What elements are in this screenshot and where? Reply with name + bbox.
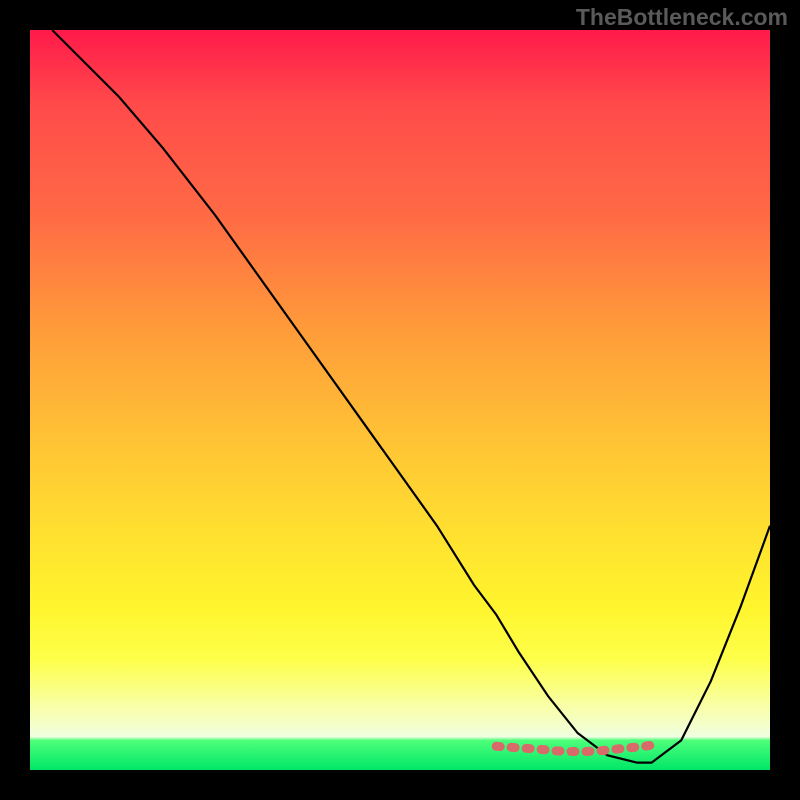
flat-zone-marker-line bbox=[496, 744, 659, 751]
watermark-text: TheBottleneck.com bbox=[576, 4, 788, 31]
chart-gradient-area bbox=[30, 30, 770, 770]
main-curve-line bbox=[52, 30, 770, 763]
chart-svg bbox=[30, 30, 770, 770]
